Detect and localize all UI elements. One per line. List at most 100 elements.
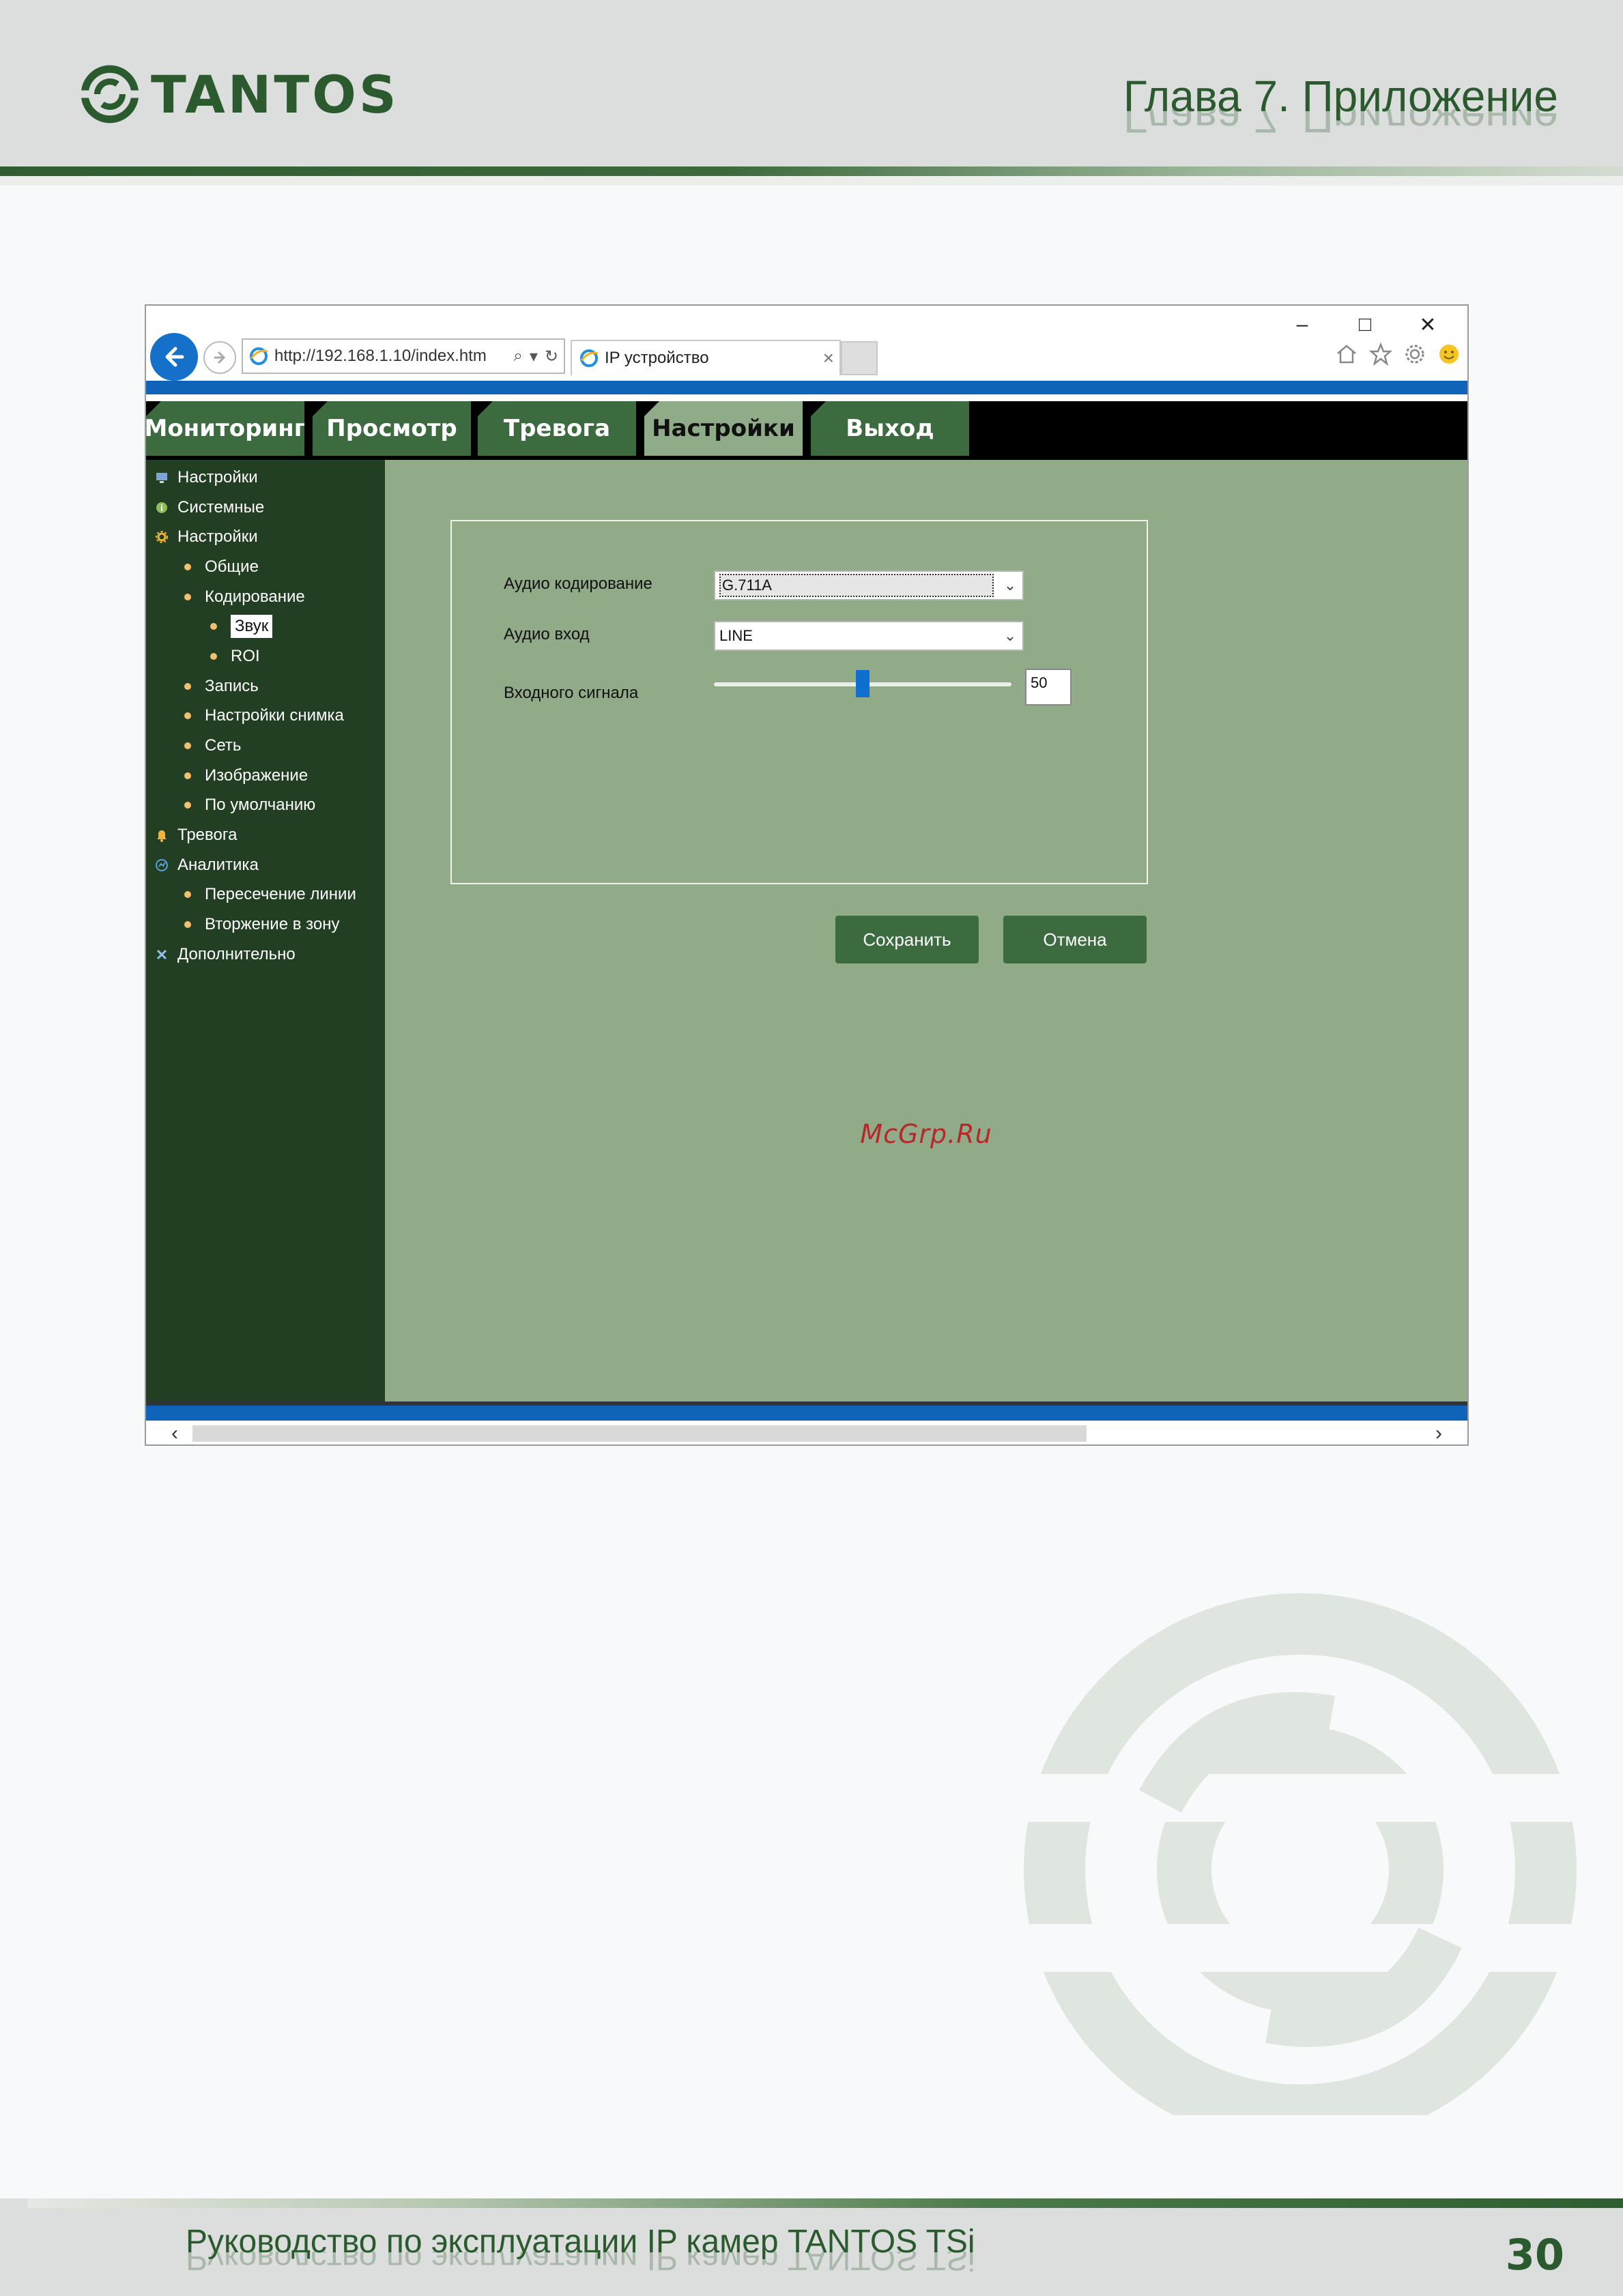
logo-text: TANTOS xyxy=(151,63,399,125)
sidebar-item-encoding[interactable]: Кодирование xyxy=(146,582,385,612)
input-signal-label: Входного сигнала xyxy=(504,684,639,702)
smiley-feedback-icon[interactable] xyxy=(1437,343,1461,366)
browser-window: http://192.168.1.10/index.htm ⌕ ▾ ↻ IP у… xyxy=(145,304,1469,1446)
sidebar-item-label: Звук xyxy=(231,615,273,639)
sidebar-item-settings-root[interactable]: Настройки xyxy=(146,463,385,493)
audio-codec-label: Аудио кодирование xyxy=(504,575,652,593)
minimize-icon[interactable]: – xyxy=(1283,311,1321,338)
chapter-title: Глава 7. Приложение Глава 7. Приложение xyxy=(1123,71,1558,136)
sidebar-item-label: Настройки снимка xyxy=(205,706,344,725)
audio-input-select[interactable]: LINE ⌄ xyxy=(714,621,1024,651)
input-signal-slider-thumb[interactable] xyxy=(856,670,870,697)
maximize-icon[interactable]: □ xyxy=(1346,311,1384,338)
sidebar-item-analytics[interactable]: Аналитика xyxy=(146,850,385,880)
nav-tab-view[interactable]: Просмотр xyxy=(313,401,471,456)
browser-tab[interactable]: IP устройство × xyxy=(571,340,841,375)
back-button[interactable] xyxy=(150,333,198,381)
address-bar[interactable]: http://192.168.1.10/index.htm ⌕ ▾ ↻ xyxy=(242,338,565,374)
sidebar-item-settings[interactable]: Настройки xyxy=(146,522,385,552)
close-tab-icon[interactable]: × xyxy=(823,347,839,369)
horizontal-scrollbar[interactable]: ‹ › xyxy=(146,1421,1467,1444)
gear-icon xyxy=(154,529,169,544)
sidebar-item-label: Настройки xyxy=(177,467,258,486)
nav-tab-alarm[interactable]: Тревога xyxy=(478,401,636,456)
chapter-title-reflection: Глава 7. Приложение xyxy=(1123,109,1558,136)
footer-band xyxy=(27,2198,1623,2208)
sidebar-item-label: Общие xyxy=(205,557,259,576)
sidebar-item-audio[interactable]: Звук xyxy=(146,611,385,641)
refresh-icon[interactable]: ↻ xyxy=(545,347,558,366)
chevron-down-icon: ⌄ xyxy=(1003,627,1017,644)
header-divider xyxy=(0,176,1623,186)
browser-chrome: http://192.168.1.10/index.htm ⌕ ▾ ↻ IP у… xyxy=(146,306,1467,381)
sidebar-item-snapshot[interactable]: Настройки снимка xyxy=(146,701,385,731)
info-icon xyxy=(154,500,169,515)
favorites-star-icon[interactable] xyxy=(1369,343,1392,366)
browser-blue-bar xyxy=(146,381,1467,394)
scroll-left-icon[interactable]: ‹ xyxy=(161,1422,188,1444)
doc-footer: Руководство по эксплуатации IP камер TAN… xyxy=(0,2198,1623,2296)
ie-page-icon xyxy=(250,347,268,365)
footer-title-reflection: Руководство по эксплуатации IP камер TAN… xyxy=(186,2252,975,2272)
tantos-logo: TANTOS xyxy=(78,63,399,126)
tools-icon xyxy=(154,947,169,962)
dropdown-icon[interactable]: ▾ xyxy=(530,347,538,366)
save-button[interactable]: Сохранить xyxy=(835,916,979,963)
new-tab-button[interactable] xyxy=(841,341,878,375)
forward-arrow-icon xyxy=(214,351,226,364)
search-icon[interactable]: ⌕ xyxy=(513,347,522,366)
bullet-icon xyxy=(184,742,191,750)
bell-icon xyxy=(154,828,169,843)
sidebar-item-label: Пересечение линии xyxy=(205,885,356,904)
sidebar-item-system[interactable]: Системные xyxy=(146,493,385,523)
page-number: 30 xyxy=(1505,2230,1564,2280)
scrollbar-thumb[interactable] xyxy=(192,1425,1087,1442)
sidebar-item-label: Запись xyxy=(205,676,259,695)
sidebar-item-roi[interactable]: ROI xyxy=(146,641,385,671)
sidebar-item-label: Вторжение в зону xyxy=(205,915,340,934)
forward-button[interactable] xyxy=(203,341,236,374)
sidebar-item-label: Аналитика xyxy=(177,855,259,874)
bullet-icon xyxy=(184,682,191,690)
sidebar-item-image[interactable]: Изображение xyxy=(146,761,385,791)
bullet-icon xyxy=(184,593,191,600)
sidebar-item-record[interactable]: Запись xyxy=(146,671,385,701)
watermark-text: McGrp.Ru xyxy=(860,1119,992,1149)
sidebar-item-label: Сеть xyxy=(205,736,242,755)
bullet-icon xyxy=(210,623,217,630)
sidebar-item-general[interactable]: Общие xyxy=(146,552,385,582)
bullet-icon xyxy=(184,921,191,929)
sidebar-item-intrusion[interactable]: Вторжение в зону xyxy=(146,910,385,940)
audio-input-value: LINE xyxy=(719,627,753,644)
scroll-right-icon[interactable]: › xyxy=(1425,1422,1452,1444)
tantos-logo-icon xyxy=(78,65,141,123)
sidebar-item-label: Изображение xyxy=(205,766,308,785)
audio-input-label: Аудио вход xyxy=(504,625,590,643)
cancel-button[interactable]: Отмена xyxy=(1003,916,1147,963)
nav-tab-settings[interactable]: Настройки xyxy=(644,401,803,456)
chevron-down-icon: ⌄ xyxy=(1003,577,1017,594)
sidebar-item-advanced[interactable]: Дополнительно xyxy=(146,940,385,970)
input-signal-value-box[interactable]: 50 xyxy=(1025,669,1072,706)
browser-status-bar xyxy=(146,1401,1467,1421)
sidebar-item-network[interactable]: Сеть xyxy=(146,731,385,761)
nav-tab-exit[interactable]: Выход xyxy=(811,401,969,456)
browser-toolbar-icons xyxy=(1335,343,1461,366)
sidebar-item-label: ROI xyxy=(231,646,260,665)
sidebar-item-defaults[interactable]: По умолчанию xyxy=(146,791,385,821)
bullet-icon xyxy=(210,652,217,660)
sidebar-item-alarm[interactable]: Тревога xyxy=(146,820,385,850)
sidebar-item-label: По умолчанию xyxy=(205,796,316,815)
home-icon[interactable] xyxy=(1335,343,1358,366)
bullet-icon xyxy=(184,712,191,720)
bullet-icon xyxy=(184,772,191,779)
tab-title: IP устройство xyxy=(605,349,709,367)
settings-gear-icon[interactable] xyxy=(1403,343,1426,366)
sidebar-item-line-crossing[interactable]: Пересечение линии xyxy=(146,880,385,910)
sidebar-item-label: Тревога xyxy=(177,826,238,845)
nav-tab-monitoring[interactable]: Мониторинг xyxy=(146,401,304,456)
sidebar-item-label: Настройки xyxy=(177,527,258,547)
audio-codec-select[interactable]: G.711A ⌄ xyxy=(714,570,1024,600)
bullet-icon xyxy=(184,563,191,570)
close-window-icon[interactable]: ✕ xyxy=(1409,311,1447,338)
